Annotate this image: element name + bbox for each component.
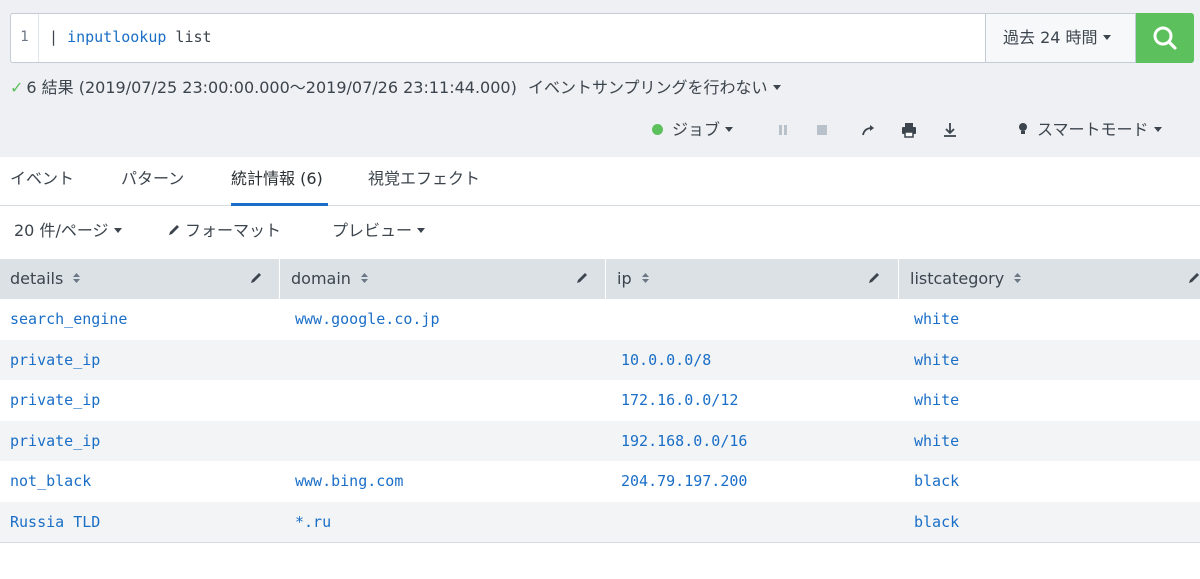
time-range-label: 過去 24 時間 (1003, 28, 1098, 47)
cell-domain[interactable]: www.bing.com (295, 461, 403, 501)
cell-domain[interactable]: *.ru (295, 502, 331, 542)
query-text[interactable]: | inputlookup list (49, 14, 212, 62)
tab-patterns[interactable]: パターン (121, 157, 184, 206)
column-header-label: domain (291, 269, 351, 288)
cell-listcategory[interactable]: white (914, 340, 959, 380)
table-row: private_ip 10.0.0.0/8 white (0, 339, 1200, 380)
query-pipe: | (49, 28, 68, 46)
chevron-down-icon (1153, 127, 1162, 132)
job-label: ジョブ (672, 120, 721, 139)
table-bottom-divider (0, 542, 1200, 543)
cell-details[interactable]: not_black (10, 461, 91, 501)
edit-column-pencil-icon[interactable] (575, 271, 589, 285)
edit-column-pencil-icon[interactable] (867, 271, 881, 285)
cell-listcategory[interactable]: white (914, 380, 959, 420)
pencil-icon (169, 224, 179, 235)
search-icon (1153, 26, 1177, 50)
results-table: details domain ip listcategory search_en… (0, 259, 1200, 542)
chevron-down-icon (725, 127, 734, 132)
sort-icon (361, 272, 369, 283)
format-button[interactable]: フォーマット (167, 219, 281, 243)
result-summary: 6 結果 (2019/07/25 23:00:00.000〜2019/07/26… (26, 78, 517, 97)
query-command: inputlookup (67, 28, 167, 46)
format-label: フォーマット (185, 221, 282, 240)
chevron-down-icon (1102, 35, 1111, 40)
table-row: not_black www.bing.com 204.79.197.200 bl… (0, 461, 1200, 502)
tab-events[interactable]: イベント (10, 157, 74, 206)
results-tabs: イベント パターン 統計情報 (6) 視覚エフェクト (0, 157, 1200, 206)
table-row: Russia TLD *.ru black (0, 501, 1200, 542)
cell-listcategory[interactable]: black (914, 502, 959, 542)
chevron-down-icon (772, 85, 781, 90)
per-page-dropdown[interactable]: 20 件/ページ (14, 219, 122, 243)
search-query-input[interactable]: 1 | inputlookup list (10, 13, 986, 63)
stop-icon[interactable] (813, 121, 831, 139)
event-sampling-dropdown[interactable]: イベントサンプリングを行わない (528, 77, 781, 99)
cell-details[interactable]: search_engine (10, 299, 127, 339)
table-row: private_ip 192.168.0.0/16 white (0, 420, 1200, 461)
column-header-label: ip (617, 269, 632, 288)
per-page-label: 20 件/ページ (14, 221, 109, 240)
cell-details[interactable]: private_ip (10, 340, 100, 380)
share-icon[interactable] (860, 121, 878, 139)
cell-listcategory[interactable]: black (914, 461, 959, 501)
print-icon[interactable] (900, 121, 918, 139)
cell-ip[interactable]: 10.0.0.0/8 (621, 340, 711, 380)
search-status: ✓ 6 結果 (2019/07/25 23:00:00.000〜2019/07/2… (10, 77, 517, 99)
cell-domain[interactable]: www.google.co.jp (295, 299, 440, 339)
time-range-picker[interactable]: 過去 24 時間 (985, 13, 1136, 63)
cell-details[interactable]: private_ip (10, 421, 100, 461)
search-mode-label: スマートモード (1037, 120, 1149, 139)
chevron-down-icon (417, 228, 426, 233)
table-header: details domain ip listcategory (0, 259, 1200, 299)
edit-column-pencil-icon[interactable] (249, 271, 263, 285)
pause-icon[interactable] (774, 121, 792, 139)
search-button[interactable] (1136, 13, 1194, 63)
event-sampling-label: イベントサンプリングを行わない (528, 78, 768, 97)
search-mode-dropdown[interactable]: スマートモード (1017, 118, 1162, 142)
column-header-label: details (10, 269, 64, 288)
search-bar: 1 | inputlookup list 過去 24 時間 (10, 13, 1194, 63)
tab-statistics[interactable]: 統計情報 (6) (231, 157, 328, 206)
sort-icon (641, 272, 649, 283)
line-number: 1 (11, 14, 39, 62)
column-header-details[interactable]: details (0, 259, 280, 299)
cell-details[interactable]: Russia TLD (10, 502, 100, 542)
edit-column-pencil-icon[interactable] (1187, 271, 1200, 285)
sort-icon (1014, 272, 1022, 283)
query-args: list (166, 28, 212, 46)
lightbulb-icon (1019, 122, 1027, 134)
sort-icon (73, 272, 81, 283)
preview-dropdown[interactable]: プレビュー (332, 219, 426, 243)
preview-label: プレビュー (332, 221, 413, 240)
column-header-ip[interactable]: ip (607, 259, 899, 299)
column-header-label: listcategory (910, 269, 1005, 288)
column-header-listcategory[interactable]: listcategory (900, 259, 1200, 299)
table-row: private_ip 172.16.0.0/12 white (0, 380, 1200, 421)
chevron-down-icon (113, 228, 122, 233)
cell-ip[interactable]: 192.168.0.0/16 (621, 421, 747, 461)
tab-visualization[interactable]: 視覚エフェクト (368, 157, 480, 206)
cell-ip[interactable]: 204.79.197.200 (621, 461, 747, 501)
cell-listcategory[interactable]: white (914, 299, 959, 339)
cell-details[interactable]: private_ip (10, 380, 100, 420)
checkmark-icon: ✓ (10, 78, 24, 97)
job-menu[interactable]: ジョブ (652, 118, 734, 142)
cell-ip[interactable]: 172.16.0.0/12 (621, 380, 738, 420)
info-icon (652, 124, 663, 135)
table-row: search_engine www.google.co.jp white (0, 299, 1200, 340)
export-icon[interactable] (941, 121, 959, 139)
cell-listcategory[interactable]: white (914, 421, 959, 461)
column-header-domain[interactable]: domain (281, 259, 606, 299)
